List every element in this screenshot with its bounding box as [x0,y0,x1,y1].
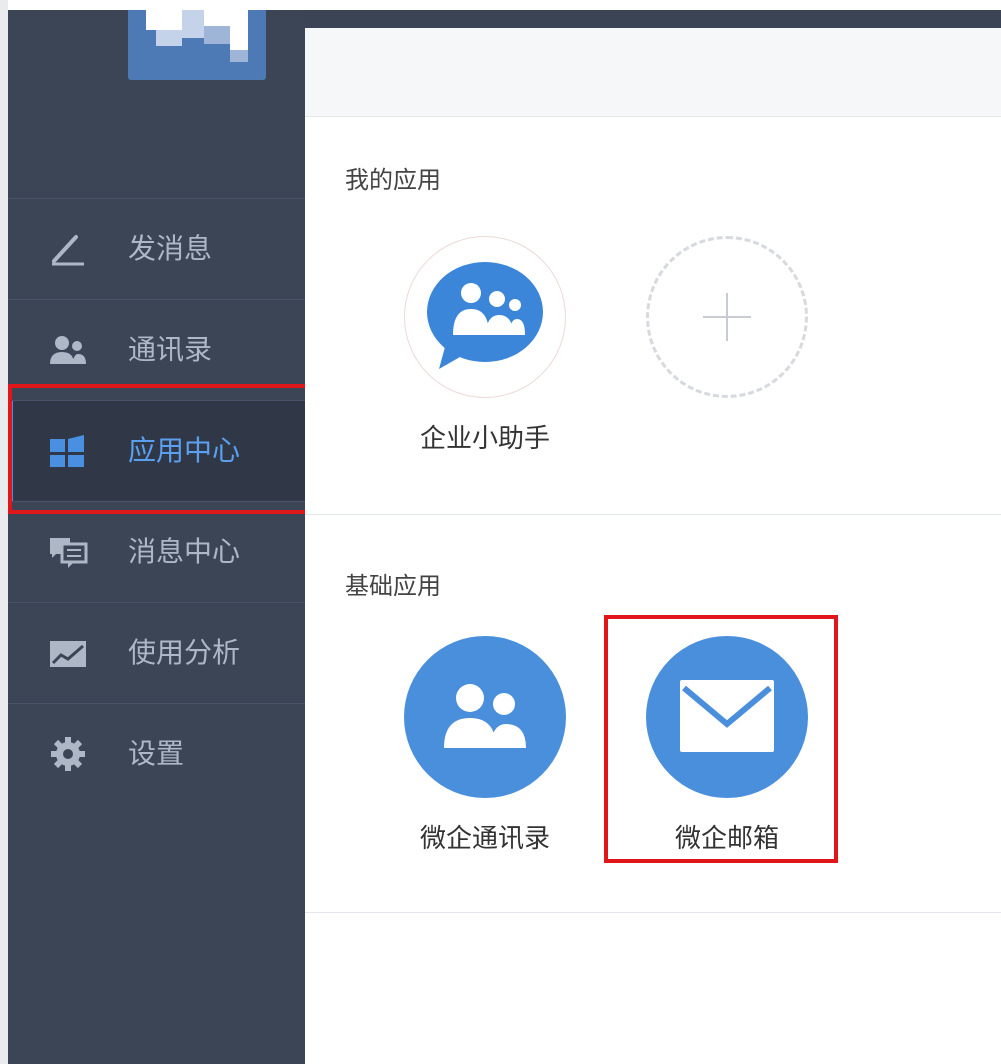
app-name: 微企邮箱 [674,824,779,854]
mail-icon [680,680,774,752]
sidebar-item-settings[interactable]: 设置 [8,703,305,805]
app-enterprise-assistant[interactable]: 企业小助手 [395,236,575,455]
sidebar-item-label: 通讯录 [128,333,213,366]
add-app-button[interactable] [637,236,817,398]
main-panel: 我的应用 企业小助手 基础应用 微企通讯录 微企邮箱 [305,28,1001,1064]
sidebar: 发消息 通讯录 应用中心 消息中心 使用分析 设置 [8,10,305,1064]
app-wq-contacts[interactable]: 微企通讯录 [395,636,575,855]
section-divider [305,912,1001,913]
gear-icon [51,737,85,771]
compose-icon [52,235,84,266]
app-wq-mail[interactable]: 微企邮箱 [637,636,817,855]
app-name: 企业小助手 [419,424,550,454]
contacts-icon [444,684,526,748]
sidebar-item-label: 消息中心 [128,535,241,568]
sidebar-item-label: 使用分析 [128,636,241,669]
section-title-my-apps: 我的应用 [345,166,441,194]
app-name: 微企通讯录 [419,824,550,854]
sidebar-item-send-message[interactable]: 发消息 [8,198,305,300]
assistant-icon [427,262,543,369]
company-logo [128,10,266,80]
sidebar-item-label: 应用中心 [128,434,241,467]
message-center-icon [50,538,88,568]
sidebar-item-label: 发消息 [128,232,213,265]
window-edge [0,0,8,1064]
sidebar-item-message-center[interactable]: 消息中心 [8,501,305,603]
section-title-basic-apps: 基础应用 [345,572,441,600]
app-center-icon [50,435,84,467]
add-icon [703,293,751,341]
app-icon-circle [404,236,566,398]
app-icon-circle [404,636,566,798]
main-header [305,28,1001,117]
app-icon-circle [646,236,808,398]
section-divider [305,514,1001,515]
analytics-icon [50,641,86,667]
sidebar-item-analytics[interactable]: 使用分析 [8,602,305,704]
sidebar-item-app-center[interactable]: 应用中心 [8,400,305,502]
sidebar-item-label: 设置 [128,737,185,770]
contacts-icon [50,336,86,364]
app-icon-circle [646,636,808,798]
window-top-edge [8,0,1001,10]
sidebar-item-contacts[interactable]: 通讯录 [8,299,305,401]
